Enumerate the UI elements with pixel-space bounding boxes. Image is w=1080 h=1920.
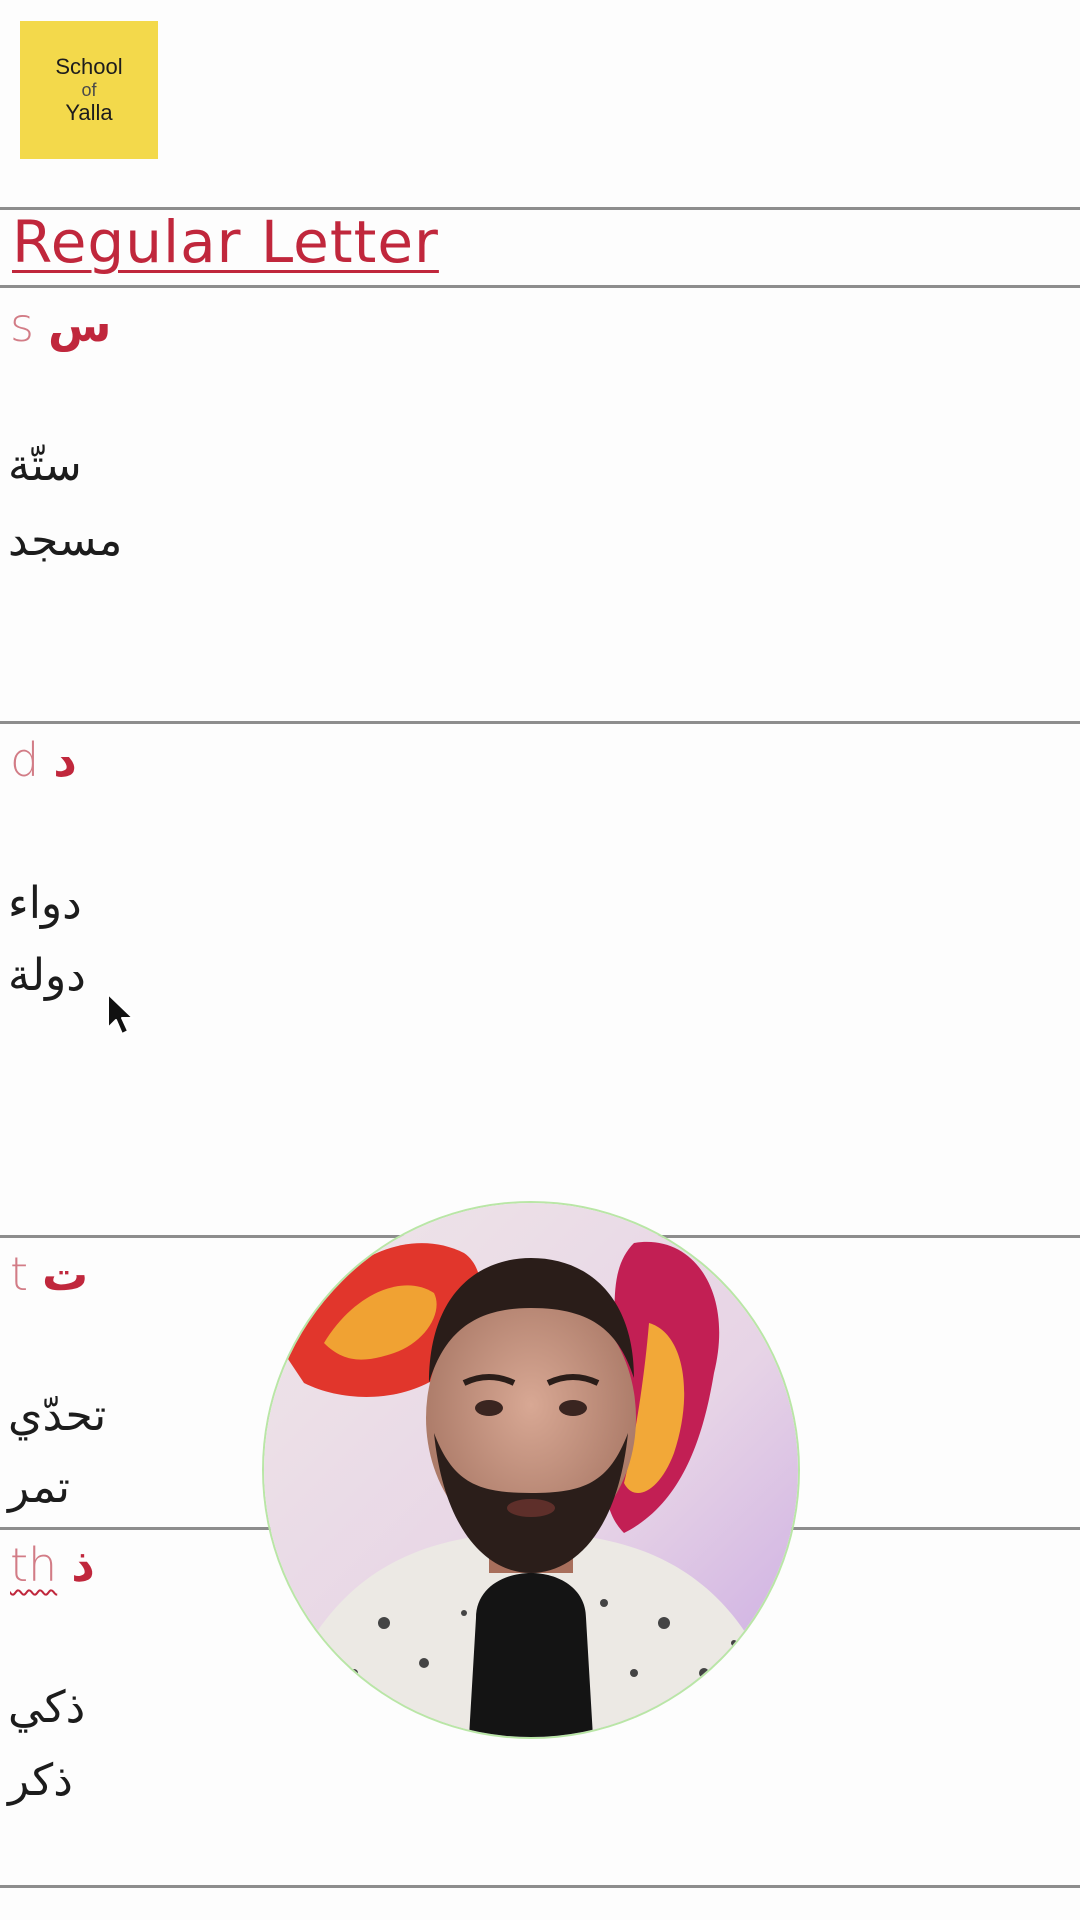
example-word: مسجد bbox=[8, 515, 123, 566]
logo-line-2: of bbox=[81, 79, 97, 100]
example-word: تحدّي bbox=[8, 1390, 107, 1441]
logo-line-3: Yalla bbox=[65, 100, 113, 126]
latin-transliteration: d bbox=[10, 733, 40, 787]
example-word: ستّة bbox=[8, 440, 82, 491]
letter-header-th: th ذ bbox=[10, 1538, 95, 1592]
logo-line-1: School bbox=[55, 54, 123, 80]
presenter-webcam bbox=[264, 1203, 798, 1737]
example-word: دولة bbox=[8, 950, 86, 1001]
divider bbox=[0, 721, 1080, 724]
divider-bottom bbox=[0, 1885, 1080, 1888]
letter-header-d: d د bbox=[10, 733, 77, 787]
arabic-letter: ت bbox=[42, 1247, 89, 1301]
school-of-yalla-logo: School of Yalla bbox=[20, 21, 158, 159]
mouse-pointer-icon bbox=[107, 993, 134, 1035]
letter-header-s: s س bbox=[10, 298, 111, 352]
arabic-letter: د bbox=[53, 733, 77, 787]
lesson-page: School of Yalla Regular Letter s س ستّة … bbox=[0, 0, 1080, 1920]
example-word: دواء bbox=[8, 878, 82, 929]
arabic-letter: س bbox=[47, 298, 112, 352]
latin-transliteration: s bbox=[10, 298, 34, 352]
example-word: تمر bbox=[8, 1462, 70, 1513]
latin-transliteration: th bbox=[10, 1538, 58, 1592]
latin-transliteration: t bbox=[10, 1247, 29, 1301]
presenter-video-frame bbox=[264, 1203, 798, 1737]
section-title: Regular Letter bbox=[12, 208, 439, 276]
example-word: ذكي bbox=[8, 1682, 86, 1733]
arabic-letter: ذ bbox=[71, 1538, 95, 1592]
example-word: ذكر bbox=[8, 1755, 73, 1806]
letter-header-t: t ت bbox=[10, 1247, 88, 1301]
divider-title-bottom bbox=[0, 285, 1080, 288]
